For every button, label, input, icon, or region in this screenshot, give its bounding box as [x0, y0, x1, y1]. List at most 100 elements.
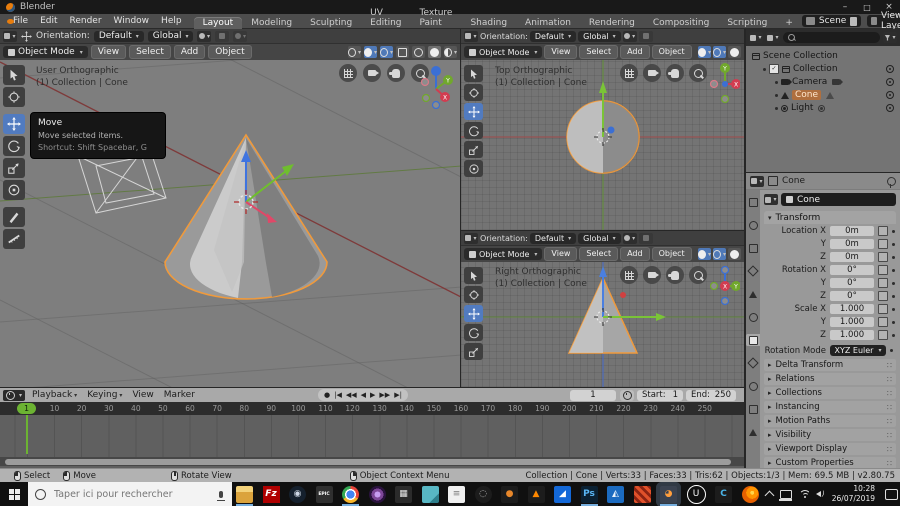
taskbar-app[interactable]: C [715, 486, 732, 503]
tool-rotate[interactable] [464, 324, 483, 341]
current-frame-badge[interactable]: 1 [17, 403, 36, 414]
animate-dot-icon[interactable] [892, 230, 895, 233]
add-menu[interactable]: Add [174, 45, 205, 59]
pan-view-button[interactable] [666, 266, 684, 284]
decorator-icon[interactable] [878, 252, 888, 262]
value-field[interactable]: 0m [830, 252, 874, 262]
workspace-tab[interactable]: Compositing [644, 17, 718, 29]
battery-icon[interactable] [780, 490, 792, 499]
navigation-gizmo[interactable]: Y X [418, 63, 454, 109]
view-layer-selector[interactable]: View Layer [867, 15, 900, 27]
minimize-button[interactable] [834, 0, 856, 14]
tool-transform[interactable] [3, 180, 25, 200]
transform-section-header[interactable]: Transform [764, 211, 896, 224]
menu-item[interactable]: Render [64, 16, 108, 26]
collection-checkbox[interactable] [769, 64, 779, 74]
collapsed-section[interactable]: Visibility [764, 429, 896, 441]
taskbar-app[interactable]: ● [501, 486, 518, 503]
snap-icon[interactable] [215, 31, 229, 42]
pivot-point-icon[interactable] [623, 31, 637, 42]
use-preview-range-icon[interactable] [620, 390, 634, 401]
scene-selector[interactable]: Scene [802, 15, 861, 27]
snap-magnet-icon[interactable] [698, 46, 711, 58]
object-selector-icon[interactable] [764, 194, 778, 205]
taskbar-app[interactable]: Ps [581, 486, 598, 503]
collapsed-section[interactable]: Collections [764, 387, 896, 399]
taskbar-app[interactable]: ≡ [448, 486, 465, 503]
overlays-icon[interactable] [380, 46, 393, 58]
tool-measure[interactable] [3, 229, 25, 249]
value-field[interactable]: 0m [830, 239, 874, 249]
expand-dot-icon[interactable] [763, 68, 766, 71]
pan-view-button[interactable] [666, 64, 684, 82]
tool-cursor[interactable] [464, 286, 483, 303]
filter-mode-icon[interactable] [766, 32, 780, 43]
decorator-icon[interactable] [878, 330, 888, 340]
tool-scale[interactable] [464, 141, 483, 158]
collapsed-section[interactable]: Motion Paths [764, 415, 896, 427]
shading-solid-icon[interactable] [728, 248, 741, 260]
grid-toggle-button[interactable] [339, 64, 357, 82]
taskbar-app[interactable] [422, 486, 439, 503]
tab-scene[interactable] [747, 288, 759, 300]
object-name-field[interactable]: Cone [781, 193, 896, 206]
tool-select-box[interactable] [464, 267, 483, 284]
viewport-canvas-main[interactable]: User Orthographic (1) Collection | Cone … [0, 60, 460, 387]
collapsed-section[interactable]: Relations [764, 373, 896, 385]
tab-constraints[interactable] [747, 403, 759, 415]
decorator-icon[interactable] [878, 239, 888, 249]
hide-eye-icon[interactable] [886, 65, 894, 73]
tab-modifiers[interactable] [747, 357, 759, 369]
taskbar-app[interactable]: ◢ [554, 486, 571, 503]
snap-icon[interactable] [639, 233, 653, 244]
decorator-icon[interactable] [878, 317, 888, 327]
overlays-icon[interactable] [713, 46, 726, 58]
workspace-tab[interactable]: Layout [194, 17, 243, 29]
taskbar-app[interactable]: U [687, 485, 706, 504]
tab-tool[interactable] [747, 196, 759, 208]
workspace-tab[interactable]: UV Editing [361, 7, 410, 29]
taskbar-app[interactable]: Fz [263, 486, 280, 503]
grid-toggle-button[interactable] [620, 64, 638, 82]
collapsed-section[interactable]: Instancing [764, 401, 896, 413]
animate-dot-icon[interactable] [892, 243, 895, 246]
taskbar-app[interactable] [236, 486, 253, 503]
orientation-dropdown[interactable]: Default [530, 233, 576, 244]
taskbar-app[interactable]: ◌ [475, 486, 492, 503]
workspace-tab[interactable]: Shading [461, 17, 516, 29]
camera-view-button[interactable] [363, 64, 381, 82]
outliner-row-camera[interactable]: Camera [752, 76, 900, 88]
gizmos-icon[interactable] [396, 46, 409, 58]
display-mode-icon[interactable] [749, 32, 763, 43]
object-menu[interactable]: Object [652, 247, 692, 261]
workspace-tab[interactable]: Scripting [718, 17, 776, 29]
viewport-canvas-top[interactable]: Top Orthographic (1) Collection | Cone Y… [461, 60, 744, 230]
grid-toggle-button[interactable] [620, 266, 638, 284]
value-field[interactable]: 1.000 [830, 304, 874, 314]
shading-rendered-icon[interactable] [444, 46, 457, 58]
start-frame-field[interactable]: Start:1 [637, 390, 683, 401]
workspace-tab[interactable]: Modeling [242, 17, 301, 29]
taskbar-search[interactable] [28, 482, 232, 506]
mode-dropdown[interactable]: Object Mode [3, 46, 88, 58]
outliner-search-input[interactable] [783, 32, 880, 43]
tool-rotate[interactable] [3, 136, 25, 156]
playback-menu[interactable]: Playback [29, 390, 80, 400]
orientation-dropdown[interactable]: Default [94, 31, 144, 42]
decorator-icon[interactable] [878, 291, 888, 301]
tab-output[interactable] [747, 242, 759, 254]
decorator-icon[interactable] [878, 265, 888, 275]
select-menu[interactable]: Select [579, 247, 618, 261]
viewport-canvas-right[interactable]: Right Orthographic (1) Collection | Cone… [461, 262, 744, 387]
decorator-icon[interactable] [878, 226, 888, 236]
wifi-icon[interactable] [799, 490, 809, 498]
collapsed-section[interactable]: Delta Transform [764, 359, 896, 371]
animate-dot-icon[interactable] [890, 349, 893, 352]
timeline-scrollbar[interactable] [0, 457, 744, 466]
animate-dot-icon[interactable] [892, 282, 895, 285]
value-field[interactable]: 0° [830, 291, 874, 301]
tool-select-box[interactable] [3, 65, 25, 85]
shading-solid-icon[interactable] [428, 46, 441, 58]
tab-view-layer[interactable] [747, 265, 759, 277]
maximize-button[interactable] [856, 0, 878, 14]
